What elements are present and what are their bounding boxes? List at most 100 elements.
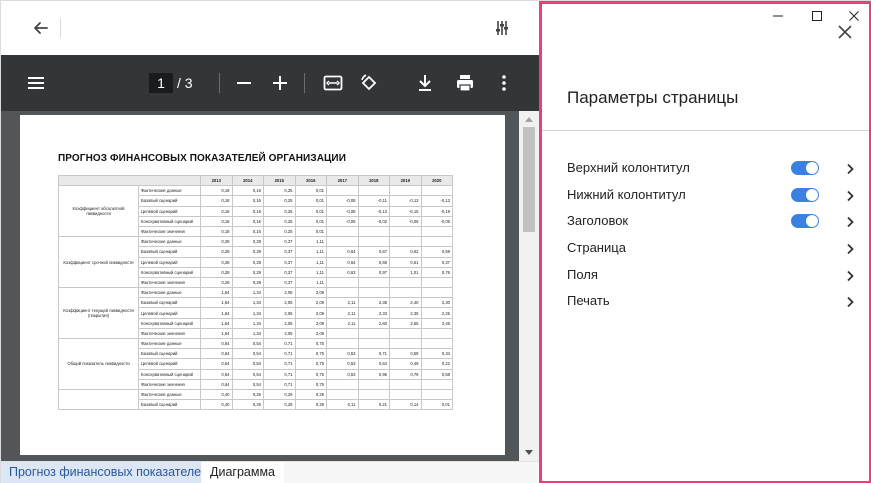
value-cell: 0,75 bbox=[294, 358, 327, 370]
value-cell: 0,54 bbox=[231, 368, 264, 380]
value-cell: 0,37 bbox=[263, 246, 296, 258]
value-cell: 0,64 bbox=[357, 358, 390, 370]
fit-page-icon[interactable] bbox=[322, 72, 344, 94]
chevron-right-icon[interactable] bbox=[845, 269, 855, 282]
value-cell bbox=[420, 236, 453, 248]
chevron-right-icon[interactable] bbox=[845, 242, 855, 255]
value-cell: 2,11 bbox=[326, 307, 359, 319]
value-cell: -0,08 bbox=[326, 195, 359, 207]
value-cell bbox=[357, 185, 390, 197]
value-cell: 1,11 bbox=[294, 246, 327, 258]
value-cell bbox=[389, 327, 422, 340]
toolbar-divider bbox=[304, 73, 305, 93]
toggle-switch[interactable] bbox=[791, 161, 819, 175]
scenario-label: Базовый сценарий bbox=[138, 195, 201, 207]
value-cell bbox=[389, 225, 422, 238]
value-cell: 2,55 bbox=[389, 317, 422, 329]
tab-chart[interactable]: Диаграмма bbox=[202, 462, 284, 483]
zoom-in-icon[interactable] bbox=[269, 72, 291, 94]
scenario-label: Базовый сценарий bbox=[138, 348, 201, 360]
zoom-out-icon[interactable] bbox=[233, 72, 255, 94]
indicator-name: Коэффициент текущей ликвидности (покрыти… bbox=[58, 287, 139, 339]
settings-row[interactable]: Страница bbox=[567, 238, 857, 258]
value-cell bbox=[357, 236, 390, 248]
scenario-label: Консервативный сценарий bbox=[138, 266, 201, 278]
tab-forecast[interactable]: Прогноз финансовых показателей bbox=[1, 462, 201, 483]
print-icon[interactable] bbox=[454, 72, 476, 94]
back-arrow-icon[interactable] bbox=[29, 17, 51, 39]
value-cell: 0,53 bbox=[326, 358, 359, 370]
value-cell: -0,13 bbox=[357, 205, 390, 217]
value-cell: 0,29 bbox=[294, 399, 327, 411]
value-cell: 0,16 bbox=[231, 195, 264, 207]
more-vert-icon[interactable] bbox=[493, 72, 515, 94]
toggle-knob bbox=[806, 215, 818, 227]
value-cell: 0,22 bbox=[420, 358, 453, 370]
value-cell bbox=[326, 276, 359, 289]
menu-icon[interactable] bbox=[25, 72, 47, 94]
settings-row[interactable]: Заголовок bbox=[567, 211, 857, 231]
value-cell: -0,02 bbox=[357, 215, 390, 227]
value-cell: 2,38 bbox=[357, 297, 390, 309]
scroll-down-arrow[interactable] bbox=[525, 450, 533, 455]
value-cell: 1,34 bbox=[231, 297, 264, 309]
tune-icon[interactable] bbox=[491, 17, 513, 39]
value-cell: 0,58 bbox=[420, 368, 453, 380]
chevron-right-icon[interactable] bbox=[845, 215, 855, 228]
download-icon[interactable] bbox=[414, 72, 436, 94]
divider bbox=[542, 130, 869, 131]
settings-row[interactable]: Нижний колонтитул bbox=[567, 185, 857, 205]
value-cell: 0,16 bbox=[231, 225, 264, 238]
rotate-icon[interactable] bbox=[358, 72, 380, 94]
chevron-right-icon[interactable] bbox=[845, 162, 855, 175]
minimize-icon[interactable] bbox=[772, 9, 784, 21]
value-cell: 0,16 bbox=[231, 205, 264, 217]
close-icon[interactable] bbox=[836, 23, 854, 41]
value-cell bbox=[420, 276, 453, 289]
value-cell: 0,54 bbox=[231, 358, 264, 370]
value-cell: 0,14 bbox=[389, 399, 422, 411]
value-cell: 0,79 bbox=[389, 368, 422, 380]
chevron-right-icon[interactable] bbox=[845, 189, 855, 202]
settings-row[interactable]: Верхний колонтитул bbox=[567, 158, 857, 178]
value-cell bbox=[326, 337, 359, 350]
top-bar bbox=[1, 1, 539, 55]
value-cell: 0,37 bbox=[263, 276, 296, 289]
settings-row-label: Нижний колонтитул bbox=[567, 187, 686, 202]
toggle-switch[interactable] bbox=[791, 214, 819, 228]
document-viewer-app: 1 / 3 ПРОГНОЗ ФИНАНСОВЫХ ПОКАЗАТЕЛЕЙ ОРГ… bbox=[1, 1, 539, 483]
value-cell bbox=[389, 337, 422, 350]
value-cell: 0,37 bbox=[420, 256, 453, 268]
window-close-icon[interactable] bbox=[848, 9, 860, 21]
value-cell: 1,01 bbox=[389, 266, 422, 278]
value-cell: 0,25 bbox=[263, 195, 296, 207]
scenario-label: Базовый сценарий bbox=[138, 297, 201, 309]
toggle-switch[interactable] bbox=[791, 188, 819, 202]
value-cell: 0,75 bbox=[294, 378, 327, 390]
value-cell: 1,64 bbox=[200, 327, 233, 340]
settings-row[interactable]: Поля bbox=[567, 265, 857, 285]
scroll-up-arrow[interactable] bbox=[525, 117, 533, 122]
scroll-thumb[interactable] bbox=[523, 127, 535, 232]
year-header: 2016 bbox=[294, 174, 327, 187]
value-cell: -0,13 bbox=[389, 195, 422, 207]
value-cell: 0,75 bbox=[294, 368, 327, 380]
indicator-name: Коэффициент абсолютной ликвидности bbox=[58, 185, 139, 238]
year-header: 2013 bbox=[200, 174, 233, 187]
maximize-icon[interactable] bbox=[811, 9, 823, 21]
vertical-scrollbar[interactable] bbox=[519, 111, 539, 461]
value-cell: 0,71 bbox=[357, 348, 390, 360]
settings-row[interactable]: Печать bbox=[567, 291, 857, 311]
value-cell: 2,05 bbox=[263, 297, 296, 309]
value-cell: 1,34 bbox=[231, 307, 264, 319]
scenario-label: Фактические данные bbox=[138, 185, 201, 197]
value-cell bbox=[389, 236, 422, 248]
settings-row-label: Верхний колонтитул bbox=[567, 160, 690, 175]
value-cell: 0,54 bbox=[231, 378, 264, 390]
table-header-row: 2013 2014 2015 2016 2017 2018 2019 2020 bbox=[58, 174, 453, 187]
value-cell: 1,34 bbox=[231, 327, 264, 340]
page-number-input[interactable]: 1 bbox=[149, 73, 173, 93]
value-cell: 0,37 bbox=[263, 256, 296, 268]
chevron-right-icon[interactable] bbox=[845, 295, 855, 308]
value-cell bbox=[389, 388, 422, 401]
